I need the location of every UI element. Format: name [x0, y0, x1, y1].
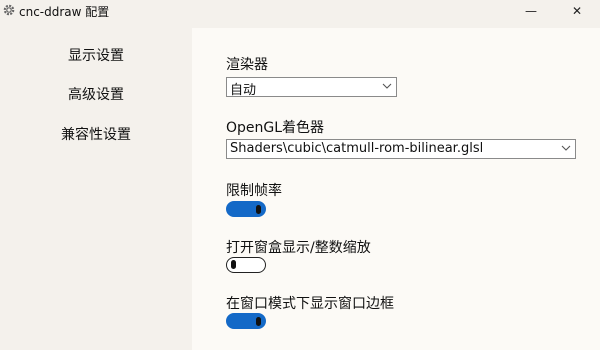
shader-select[interactable]: Shaders\cubic\catmull-rom-bilinear.glsl	[226, 139, 576, 159]
limit-fps-label: 限制帧率	[226, 183, 282, 199]
toggle-knob	[231, 260, 236, 269]
minimize-icon: —	[525, 4, 537, 18]
sidebar-item-advanced[interactable]: 高级设置	[0, 84, 192, 104]
toggle-knob	[256, 204, 261, 214]
sidebar-item-display[interactable]: 显示设置	[0, 45, 192, 65]
shader-value: Shaders\cubic\catmull-rom-bilinear.glsl	[230, 141, 484, 156]
title-bar: cnc-ddraw 配置 — ✕	[0, 0, 600, 28]
minimize-button[interactable]: —	[508, 0, 554, 22]
renderer-select[interactable]: 自动	[226, 77, 397, 98]
settings-panel: 渲染器 自动 OpenGL着色器 Shaders\cubic\catmull-r…	[192, 28, 600, 350]
chevron-down-icon	[382, 83, 392, 89]
window-title: cnc-ddraw 配置	[19, 5, 110, 19]
boxing-label: 打开窗盒显示/整数缩放	[226, 240, 371, 256]
window-border-label: 在窗口模式下显示窗口边框	[226, 296, 394, 312]
limit-fps-toggle[interactable]	[226, 201, 266, 217]
window-border-toggle[interactable]	[226, 313, 266, 329]
renderer-label: 渲染器	[226, 57, 268, 73]
sidebar-item-compatibility[interactable]: 兼容性设置	[0, 124, 192, 144]
close-icon: ✕	[571, 4, 583, 18]
toggle-knob	[256, 316, 261, 326]
close-button[interactable]: ✕	[554, 0, 600, 22]
chevron-down-icon	[561, 145, 571, 151]
sidebar: 显示设置 高级设置 兼容性设置	[0, 28, 192, 350]
renderer-value: 自动	[230, 83, 257, 98]
shader-label: OpenGL着色器	[226, 120, 325, 136]
boxing-toggle[interactable]	[226, 257, 266, 273]
gear-icon	[3, 4, 15, 16]
